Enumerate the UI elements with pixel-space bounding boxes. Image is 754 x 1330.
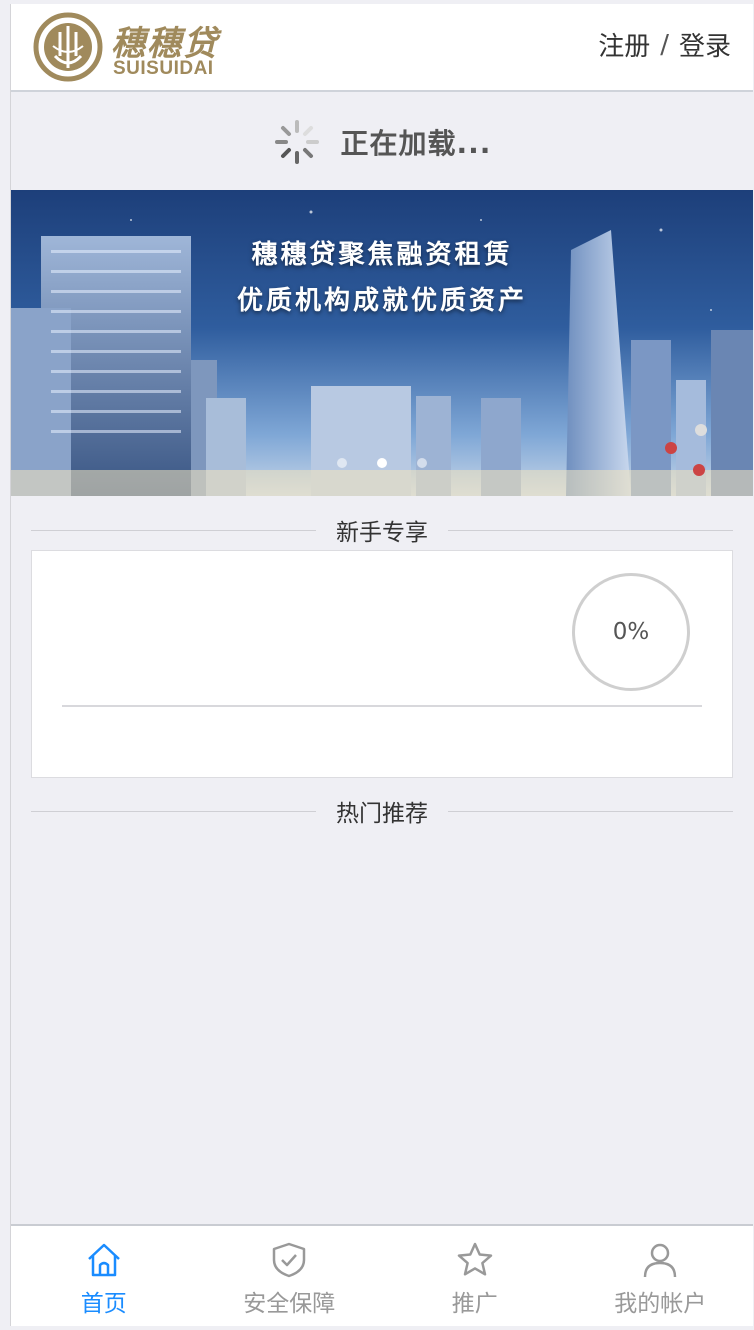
loading-indicator: 正在加载... xyxy=(11,94,753,190)
home-icon xyxy=(87,1243,120,1277)
promo-banner[interactable]: 穗穗贷聚焦融资租赁 优质机构成就优质资产 xyxy=(11,190,753,496)
newbie-product-card[interactable]: 0% xyxy=(31,550,733,778)
section-title-text: 热门推荐 xyxy=(336,801,428,827)
logo-english-text: SUISUIDAI xyxy=(113,58,214,79)
wheat-emblem-icon xyxy=(33,12,103,82)
tab-label: 我的帐户 xyxy=(614,1291,707,1317)
progress-percent: 0% xyxy=(612,619,650,645)
section-title-newbie: 新手专享 xyxy=(31,510,733,550)
carousel-dots xyxy=(11,458,753,468)
shield-check-icon xyxy=(273,1242,306,1278)
top-header: 穗穗贷 SUISUIDAI 注册 / 登录 xyxy=(11,4,753,92)
spinner-icon xyxy=(274,120,319,164)
carousel-dot-active[interactable] xyxy=(377,458,387,468)
title-divider-right xyxy=(448,529,733,531)
user-icon xyxy=(644,1243,677,1278)
brand-logo[interactable]: 穗穗贷 SUISUIDAI xyxy=(33,12,243,84)
carousel-dot[interactable] xyxy=(417,458,427,468)
title-divider-right xyxy=(448,810,733,812)
tab-label: 推广 xyxy=(451,1291,498,1317)
tab-security[interactable]: 安全保障 xyxy=(197,1226,383,1326)
card-divider xyxy=(62,705,702,707)
tab-promote[interactable]: 推广 xyxy=(382,1226,568,1326)
auth-links: 注册 / 登录 xyxy=(598,26,731,63)
app-frame: 穗穗贷 SUISUIDAI 注册 / 登录 正在加载... 穗穗贷聚焦融资租赁 … xyxy=(10,4,753,1326)
section-title-hot: 热门推荐 xyxy=(31,791,733,831)
star-icon xyxy=(457,1242,492,1276)
register-link[interactable]: 注册 xyxy=(598,26,650,63)
tab-home[interactable]: 首页 xyxy=(11,1226,197,1326)
progress-ring: 0% xyxy=(572,573,690,691)
carousel-dot[interactable] xyxy=(337,458,347,468)
banner-headline: 穗穗贷聚焦融资租赁 xyxy=(251,240,513,270)
tab-label: 首页 xyxy=(80,1291,127,1317)
login-link[interactable]: 登录 xyxy=(679,26,731,63)
auth-separator: / xyxy=(660,29,669,60)
tab-label: 安全保障 xyxy=(243,1291,336,1317)
title-divider-left xyxy=(31,529,316,531)
bottom-tab-bar: 首页 安全保障 推广 我的帐户 xyxy=(11,1224,753,1326)
section-title-text: 新手专享 xyxy=(336,520,428,546)
loading-text: 正在加载... xyxy=(340,127,492,160)
banner-subheadline: 优质机构成就优质资产 xyxy=(236,286,527,316)
tab-my-account[interactable]: 我的帐户 xyxy=(568,1226,754,1326)
title-divider-left xyxy=(31,810,316,812)
